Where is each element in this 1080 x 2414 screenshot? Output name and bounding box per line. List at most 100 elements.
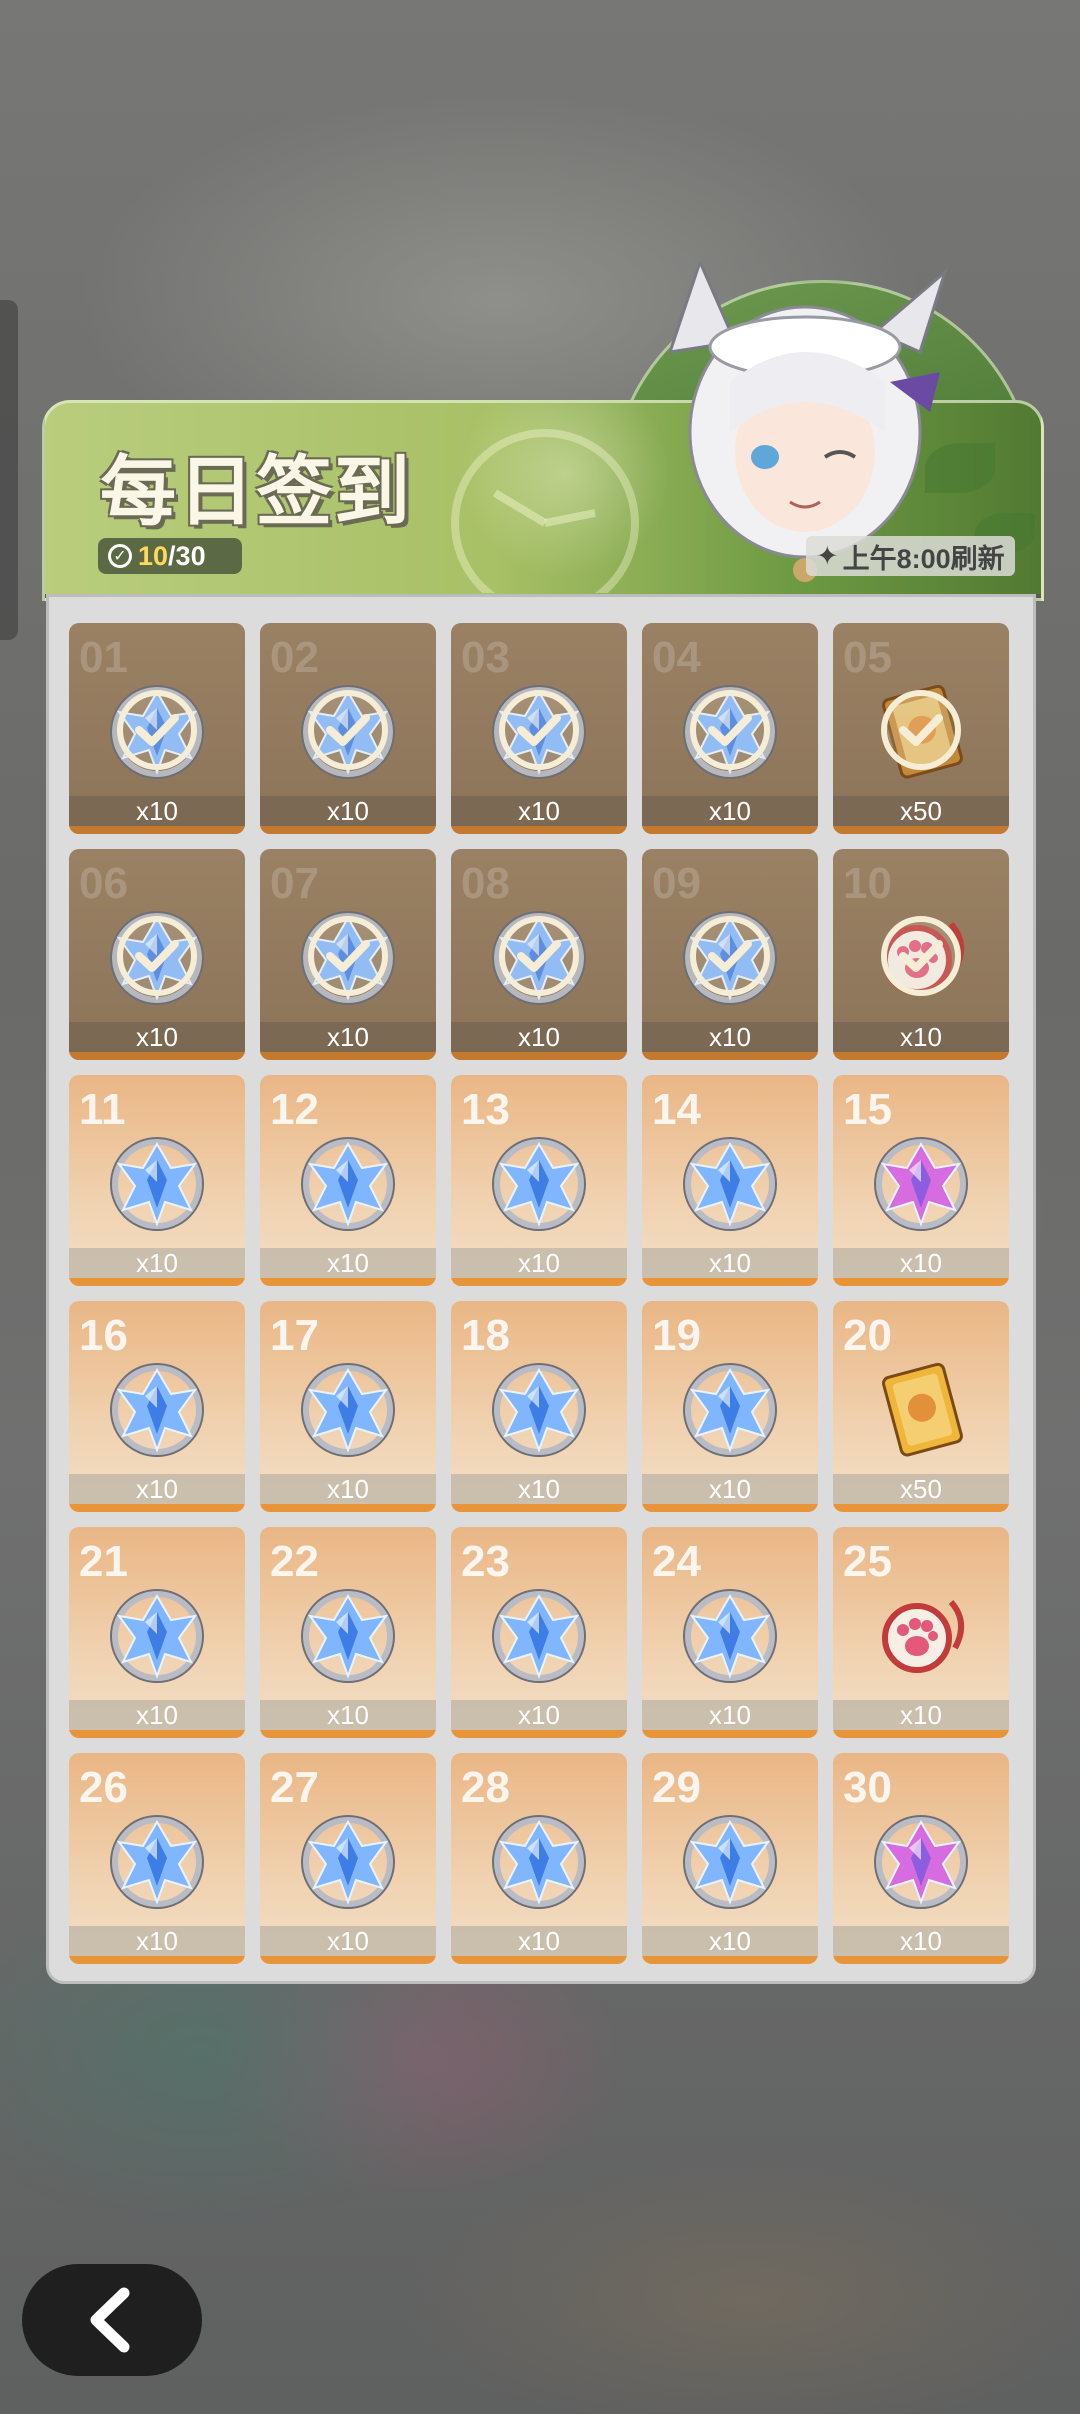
reward-tile-day-26[interactable]: 26 x10	[69, 1753, 245, 1964]
tile-accent-strip	[833, 1504, 1009, 1512]
reward-quantity: x10	[69, 1022, 245, 1052]
back-button[interactable]	[22, 2264, 202, 2376]
reward-quantity: x10	[69, 1474, 245, 1504]
blue-crystal-icon	[678, 1356, 782, 1460]
silver-crystal-icon	[296, 904, 400, 1008]
claimed-check-icon	[308, 690, 388, 770]
reward-quantity: x10	[260, 1022, 436, 1052]
tile-accent-strip	[69, 1052, 245, 1060]
reward-tile-day-11[interactable]: 11 x10	[69, 1075, 245, 1286]
refresh-time-label: 上午8:00刷新	[842, 543, 1005, 574]
tile-accent-strip	[260, 1504, 436, 1512]
silver-crystal-icon	[487, 904, 591, 1008]
tile-accent-strip	[69, 1956, 245, 1964]
tile-accent-strip	[642, 1278, 818, 1286]
blue-crystal-icon	[487, 1808, 591, 1912]
reward-tile-day-03[interactable]: 03 x10	[451, 623, 627, 834]
tile-accent-strip	[260, 1052, 436, 1060]
reward-quantity: x10	[451, 1926, 627, 1956]
day-number: 04	[652, 633, 701, 682]
reward-grid: 01 x10 02 x10 03 x10 04 x10 05 x50 06 x10 07 x…	[69, 623, 1009, 1964]
day-number: 06	[79, 859, 128, 908]
reward-tile-day-12[interactable]: 12 x10	[260, 1075, 436, 1286]
tile-accent-strip	[69, 1278, 245, 1286]
reward-tile-day-01[interactable]: 01 x10	[69, 623, 245, 834]
paw-charm-icon	[869, 904, 973, 1008]
refresh-time-badge: ✦ 上午8:00刷新	[806, 536, 1015, 576]
reward-quantity: x10	[451, 796, 627, 826]
tile-accent-strip	[642, 1730, 818, 1738]
blue-crystal-icon	[296, 1808, 400, 1912]
reward-quantity: x10	[451, 1248, 627, 1278]
reward-tile-day-14[interactable]: 14 x10	[642, 1075, 818, 1286]
blue-crystal-icon	[678, 1582, 782, 1686]
reward-quantity: x10	[642, 1022, 818, 1052]
tile-accent-strip	[260, 1278, 436, 1286]
reward-tile-day-02[interactable]: 02 x10	[260, 623, 436, 834]
reward-quantity: x10	[69, 1248, 245, 1278]
reward-tile-day-29[interactable]: 29 x10	[642, 1753, 818, 1964]
clock-decoration-icon	[451, 429, 639, 593]
reward-tile-day-10[interactable]: 10 x10	[833, 849, 1009, 1060]
reward-quantity: x10	[260, 1248, 436, 1278]
claimed-check-icon	[117, 916, 197, 996]
day-number: 11	[79, 1085, 126, 1134]
reward-quantity: x10	[451, 1700, 627, 1730]
reward-tile-day-08[interactable]: 08 x10	[451, 849, 627, 1060]
claimed-check-icon	[690, 916, 770, 996]
side-drawer-handle[interactable]	[0, 300, 18, 640]
reward-quantity: x10	[69, 1926, 245, 1956]
silver-crystal-icon	[487, 678, 591, 782]
reward-quantity: x10	[833, 1248, 1009, 1278]
paw-charm-icon	[869, 1582, 973, 1686]
reward-quantity: x10	[642, 796, 818, 826]
reward-tile-day-17[interactable]: 17 x10	[260, 1301, 436, 1512]
blue-crystal-icon	[487, 1130, 591, 1234]
reward-tile-day-09[interactable]: 09 x10	[642, 849, 818, 1060]
check-circle-icon: ✓	[108, 544, 132, 568]
reward-tile-day-15[interactable]: 15 x10	[833, 1075, 1009, 1286]
tile-accent-strip	[260, 1730, 436, 1738]
reward-tile-day-20[interactable]: 20 x50	[833, 1301, 1009, 1512]
reward-tile-day-05[interactable]: 05 x50	[833, 623, 1009, 834]
reward-tile-day-18[interactable]: 18 x10	[451, 1301, 627, 1512]
reward-tile-day-19[interactable]: 19 x10	[642, 1301, 818, 1512]
tile-accent-strip	[642, 1956, 818, 1964]
tile-accent-strip	[451, 1730, 627, 1738]
day-number: 26	[79, 1763, 128, 1812]
reward-tile-day-16[interactable]: 16 x10	[69, 1301, 245, 1512]
reward-grid-panel: 01 x10 02 x10 03 x10 04 x10 05 x50 06 x10 07 x…	[46, 594, 1036, 1984]
blue-crystal-icon	[105, 1808, 209, 1912]
day-number: 16	[79, 1311, 128, 1360]
reward-tile-day-23[interactable]: 23 x10	[451, 1527, 627, 1738]
tile-accent-strip	[642, 1504, 818, 1512]
blue-crystal-icon	[487, 1356, 591, 1460]
day-number: 20	[843, 1311, 892, 1360]
reward-tile-day-21[interactable]: 21 x10	[69, 1527, 245, 1738]
day-number: 21	[79, 1537, 128, 1586]
tile-accent-strip	[260, 1956, 436, 1964]
reward-tile-day-25[interactable]: 25 x10	[833, 1527, 1009, 1738]
purple-crystal-icon	[869, 1808, 973, 1912]
reward-tile-day-30[interactable]: 30 x10	[833, 1753, 1009, 1964]
reward-quantity: x10	[260, 1926, 436, 1956]
silver-crystal-icon	[678, 678, 782, 782]
day-number: 12	[270, 1085, 319, 1134]
reward-tile-day-22[interactable]: 22 x10	[260, 1527, 436, 1738]
day-number: 05	[843, 633, 892, 682]
day-number: 02	[270, 633, 319, 682]
purple-crystal-icon	[869, 1130, 973, 1234]
day-number: 25	[843, 1537, 892, 1586]
reward-tile-day-06[interactable]: 06 x10	[69, 849, 245, 1060]
reward-tile-day-04[interactable]: 04 x10	[642, 623, 818, 834]
claimed-check-icon	[308, 916, 388, 996]
reward-tile-day-27[interactable]: 27 x10	[260, 1753, 436, 1964]
reward-quantity: x10	[451, 1022, 627, 1052]
gold-card-icon	[869, 1356, 973, 1460]
reward-quantity: x10	[833, 1022, 1009, 1052]
reward-tile-day-24[interactable]: 24 x10	[642, 1527, 818, 1738]
reward-quantity: x10	[833, 1700, 1009, 1730]
reward-tile-day-28[interactable]: 28 x10	[451, 1753, 627, 1964]
reward-tile-day-13[interactable]: 13 x10	[451, 1075, 627, 1286]
reward-tile-day-07[interactable]: 07 x10	[260, 849, 436, 1060]
